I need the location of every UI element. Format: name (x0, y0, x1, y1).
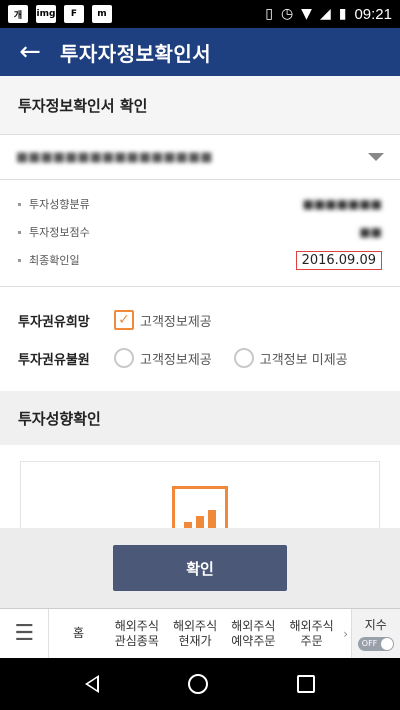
info-value: ■■ (359, 225, 382, 239)
info-list: 투자성향분류 ■■■■■■■ 투자정보점수 ■■ 최종확인일 2016.09.0… (0, 180, 400, 286)
info-label: 최종확인일 (29, 254, 80, 267)
confirm-button[interactable]: 확인 (113, 545, 287, 591)
page-title: 투자자정보확인서 (60, 41, 212, 66)
radio-icon (114, 348, 134, 368)
unwanted-option-not-provide-radio[interactable]: 고객정보 미제공 (233, 348, 348, 368)
image-icon: img (36, 5, 56, 23)
toggle-knob (380, 638, 393, 650)
consent-row-unwanted: 투자권유불원 고객정보제공 고객정보 미제공 (18, 339, 382, 377)
propensity-card (20, 461, 380, 528)
radio-icon (233, 348, 254, 368)
index-switch[interactable]: OFF (357, 637, 394, 651)
info-label: 투자성향분류 (29, 198, 90, 211)
nav-item-current-price[interactable]: 해외주식 현재가 (166, 609, 224, 658)
notification-icon: 개 (8, 5, 28, 23)
bar-chart-icon (172, 486, 228, 528)
info-value: ■■■■■■■ (302, 197, 382, 211)
system-home-icon[interactable] (187, 674, 208, 694)
unwanted-label: 투자권유불원 (18, 352, 90, 368)
propensity-title: 투자성향확인 (0, 391, 400, 445)
system-nav-bar (0, 658, 400, 710)
unwanted-option2-label: 고객정보 미제공 (259, 352, 348, 368)
vibrate-icon: ▯ (265, 6, 273, 22)
bottom-nav: ☰ 홈 해외주식 관심종목 해외주식 현재가 해외주식 예약주문 해외주식 주문… (0, 608, 400, 658)
confirm-area: 확인 (0, 528, 400, 608)
bullet-icon (18, 202, 21, 206)
unwanted-option-provide-radio[interactable]: 고객정보제공 (114, 348, 212, 368)
bullet-icon (18, 230, 21, 234)
unwanted-option1-label: 고객정보제공 (140, 352, 212, 368)
account-select-value: ■■■■■■■■■■■■■■■■ (16, 149, 213, 165)
wifi-icon: ▼ (301, 6, 312, 22)
index-label: 지수 (364, 618, 387, 632)
info-label: 투자정보점수 (29, 226, 90, 239)
global-app-icon: m (92, 5, 112, 23)
chevron-down-icon (368, 153, 384, 161)
menu-icon[interactable]: ☰ (0, 609, 50, 658)
clock: 09:21 (354, 5, 392, 23)
app-header: ← 투자자정보확인서 (0, 28, 400, 76)
nav-item-home[interactable]: 홈 (49, 609, 107, 658)
section-title: 투자정보확인서 확인 (0, 76, 400, 134)
status-bar: 개 img F m ▯ ◷ ▼ ◢ ▮ 09:21 (0, 0, 400, 28)
wish-option-checkbox[interactable]: ✓ 고객정보제공 (114, 310, 212, 330)
last-confirm-date: 2016.09.09 (295, 250, 382, 270)
wish-label: 투자권유희망 (18, 314, 90, 330)
checkmark-icon: ✓ (114, 310, 134, 330)
wish-option-label: 고객정보제공 (140, 314, 212, 330)
battery-icon: ▮ (338, 6, 347, 22)
info-row-last-confirm: 최종확인일 2016.09.09 (18, 246, 382, 274)
nav-item-order[interactable]: 해외주식 주문 (282, 609, 340, 658)
signal-icon: ◢ (319, 6, 331, 22)
chevron-right-icon[interactable]: › (341, 609, 351, 658)
info-row-score: 투자정보점수 ■■ (18, 218, 382, 246)
nav-item-watchlist[interactable]: 해외주식 관심종목 (108, 609, 166, 658)
info-row-propensity: 투자성향분류 ■■■■■■■ (18, 190, 382, 218)
account-select[interactable]: ■■■■■■■■■■■■■■■■ (0, 134, 400, 180)
app-icon: F (64, 5, 84, 23)
bullet-icon (18, 258, 21, 262)
system-recents-icon[interactable] (297, 675, 316, 693)
consent-section: 투자권유희망 ✓ 고객정보제공 투자권유불원 고객정보제공 고객정보 미제공 (0, 287, 400, 391)
consent-row-wish: 투자권유희망 ✓ 고객정보제공 (18, 301, 382, 339)
main-content: 투자정보확인서 확인 ■■■■■■■■■■■■■■■■ 투자성향분류 ■■■■■… (0, 76, 400, 528)
system-back-icon[interactable] (84, 675, 99, 693)
toggle-label: OFF (361, 639, 378, 648)
index-toggle[interactable]: 지수 OFF (350, 609, 400, 658)
back-arrow-icon[interactable]: ← (0, 28, 60, 76)
nav-item-reserved-order[interactable]: 해외주식 예약주문 (224, 609, 282, 658)
alarm-icon: ◷ (280, 6, 294, 22)
